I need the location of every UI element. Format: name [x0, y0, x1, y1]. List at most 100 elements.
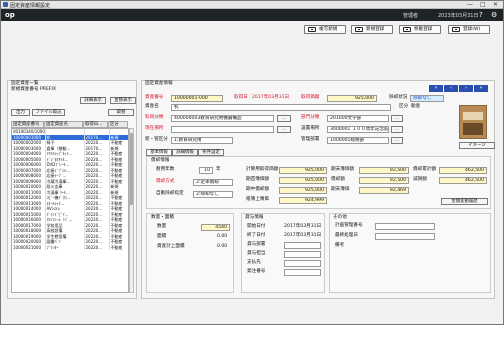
refresh-button[interactable]: 取替 — [108, 109, 134, 116]
code-label: 最終処理日 — [335, 233, 358, 238]
maximize-icon[interactable]: □ — [480, 1, 486, 9]
life-label: 耐用年数 — [156, 167, 175, 172]
save-button[interactable]: 登録(W) — [448, 25, 490, 34]
end-field[interactable]: 92,469 — [359, 187, 409, 194]
move-icon — [403, 27, 411, 32]
scroll-thumb[interactable] — [130, 133, 133, 205]
col-header-asset-no[interactable]: 固定資産番号 — [11, 121, 44, 128]
table-cell: 10000016000 — [12, 217, 46, 223]
col-header-asset-name[interactable]: 固定資産名 — [44, 121, 83, 128]
table-row[interactable]: 10000021000 ﾌﾟﾘﾝﾀｰ 20220... 不動産 — [12, 244, 128, 250]
mgmt-lookup-button[interactable]: … — [391, 137, 403, 144]
copy-new-label: 複写新規 — [319, 27, 338, 32]
qty-label: 数量 — [157, 224, 167, 229]
acq-date-value[interactable]: 2017年03月31日 — [252, 95, 289, 101]
place-field[interactable]: 3000001 １００周年記念館 — [327, 126, 389, 133]
minimize-icon[interactable]: — — [467, 1, 473, 9]
table-cell: 10000005000 — [12, 156, 46, 162]
history-button[interactable]: 金額変動履歴 — [441, 198, 488, 205]
tab-detail[interactable]: 詳細情報 — [172, 149, 198, 156]
lease-payer-field[interactable] — [284, 260, 321, 267]
table-cell: 10000010000 — [12, 184, 46, 190]
begin-book-field[interactable]: 925,000 — [279, 177, 327, 184]
period-dep-field[interactable]: 925,000 — [279, 187, 327, 194]
lease-start-label: 開始日付 — [247, 224, 266, 229]
copy-new-button[interactable]: 複写新規 — [304, 25, 346, 34]
lease-dept-field[interactable] — [284, 242, 321, 249]
code-field[interactable] — [375, 233, 435, 240]
location-lookup-button[interactable]: … — [277, 126, 291, 133]
method-select[interactable]: 2:定率償却 — [193, 179, 233, 186]
new-register-button[interactable]: 新規登録 — [351, 25, 393, 34]
plan-field[interactable] — [375, 223, 435, 230]
related-select[interactable]: 1:教育研究用 — [171, 137, 233, 144]
dep-amt-field[interactable]: 92,500 — [359, 177, 409, 184]
tab-basic[interactable]: 基本情報 — [146, 149, 172, 156]
table-row[interactable]: 10000004000 ｱｸﾘﾙｼｯﾌﾟﾈｯﾄ... 20220... 不動産 — [12, 151, 128, 157]
account-lookup-button[interactable]: … — [277, 115, 291, 122]
total-dep-field[interactable]: 462,500 — [439, 167, 487, 174]
note-label: 備考 — [335, 243, 345, 248]
asset-name-field[interactable]: 机 — [171, 104, 391, 111]
col-header-acq-date[interactable]: 取得日... — [83, 121, 108, 128]
other-title: その他 — [333, 215, 347, 220]
table-cell: 10000020000 — [12, 239, 46, 245]
next-record-button[interactable]: › — [459, 85, 473, 92]
close-icon[interactable]: ✕ — [493, 1, 498, 9]
acq-price-label: 取得価額 — [301, 95, 320, 100]
lease-person-field[interactable] — [284, 251, 321, 258]
file-import-button[interactable]: ファイル取込 — [32, 109, 65, 116]
detail-title: 固定資産情報 — [145, 81, 173, 86]
refresh-label: 取替 — [116, 110, 126, 115]
mgmt-field[interactable]: 1000001総務部 — [327, 137, 389, 144]
reserve-field[interactable]: 462,500 — [439, 177, 487, 184]
first-record-button[interactable]: « — [429, 85, 443, 92]
account-field[interactable]: 400000003教育研究用機器備品 — [171, 115, 274, 122]
acc-field[interactable]: 92,500 — [359, 167, 409, 174]
lease-end-value[interactable]: 2017年03月31日 — [284, 233, 321, 239]
table-row[interactable]: 10000016000 ｱﾙﾐﾌﾚｰﾑ（ﾍﾟ... 20220... 不動産 — [12, 217, 128, 223]
col-header-class[interactable]: 区分 — [108, 121, 128, 128]
use-value: 0.00 — [217, 244, 228, 249]
table-cell: 10000014000 — [12, 206, 46, 212]
prev-record-button[interactable]: ‹ — [444, 85, 458, 92]
sort-view-label: 並替表示 — [114, 98, 132, 103]
lease-place-field[interactable] — [284, 269, 321, 276]
dept-lookup-button[interactable]: … — [391, 115, 403, 122]
ext-label: 面積 — [157, 234, 167, 239]
acq-price-field[interactable]: 925,000 — [327, 95, 377, 102]
image-button[interactable]: イメージ — [459, 142, 495, 149]
new-register-label: 新規登録 — [366, 27, 385, 32]
status-field[interactable]: 除却なし — [410, 95, 444, 102]
acc-label: 期末簿価額 — [331, 167, 354, 172]
last-record-button[interactable]: » — [474, 85, 488, 92]
list-scrollbar[interactable] — [129, 128, 134, 293]
sort-view-button[interactable]: 並替表示 — [110, 97, 136, 104]
asset-no-field[interactable]: 10000001-000 — [171, 95, 223, 102]
image-button-label: イメージ — [468, 143, 486, 148]
period-dep-label: 期中償却額 — [246, 187, 269, 192]
place-lookup-button[interactable]: … — [391, 126, 403, 133]
dep-title: 償却情報 — [151, 158, 170, 163]
help-icon[interactable]: ? — [479, 10, 483, 20]
location-label: 現在場所 — [145, 126, 164, 131]
location-field[interactable] — [171, 126, 274, 133]
asset-no-label: 資産番号 — [145, 95, 164, 100]
life-field[interactable]: 10 — [199, 167, 213, 174]
lease-start-value[interactable]: 2017年03月31日 — [284, 224, 321, 230]
move-register-button[interactable]: 移動登録 — [399, 25, 441, 34]
auto-select[interactable]: 2:除却なし — [193, 191, 233, 198]
account-label: 科目分類 — [145, 115, 164, 120]
book-label: 帳簿上簿価 — [246, 197, 269, 202]
table-cell: 10000011000 — [12, 189, 46, 195]
tab-conditions[interactable]: 条件設定 — [198, 149, 224, 156]
new-icon — [355, 27, 363, 32]
book-field[interactable]: 924,999 — [279, 197, 327, 204]
dept-field[interactable]: 201000文学部 — [327, 115, 389, 122]
output-button[interactable]: 出力 — [11, 109, 30, 116]
detail-view-button[interactable]: 詳細表示 — [80, 97, 106, 104]
related-label: 新・管区分 — [145, 137, 168, 142]
settings-icon[interactable]: ⚙ — [491, 10, 497, 20]
calc-base-field[interactable]: 925,000 — [279, 167, 327, 174]
qty-field[interactable]: 4540 — [201, 224, 230, 231]
